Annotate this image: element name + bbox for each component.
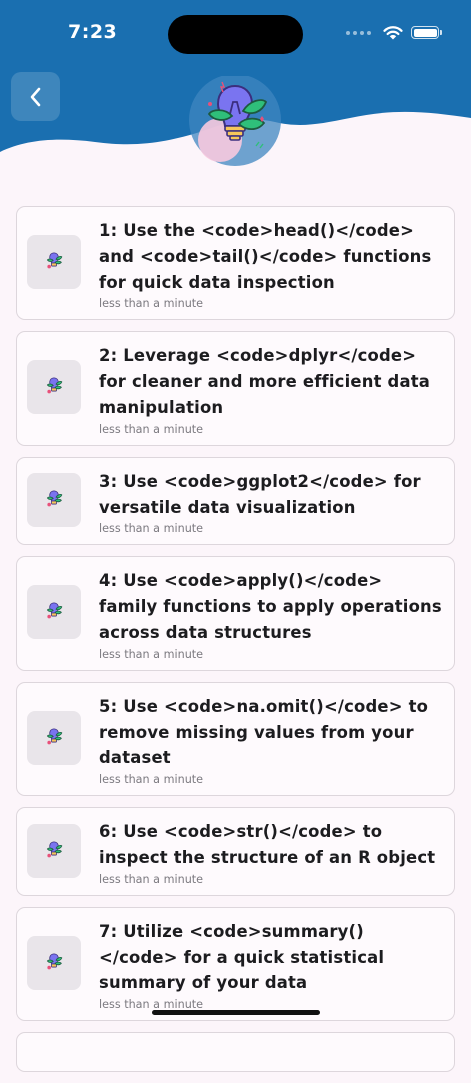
- tip-list: 1: Use the <code>head()</code> and <code…: [16, 206, 455, 1083]
- tip-thumbnail: [27, 585, 81, 640]
- dynamic-island: [168, 15, 303, 54]
- tip-title: 1: Use the <code>head()</code> and <code…: [99, 221, 432, 292]
- wifi-icon: [383, 26, 403, 40]
- lightbulb-plant-icon: [46, 602, 63, 619]
- header: 7:23: [0, 0, 471, 166]
- back-button[interactable]: [11, 72, 60, 121]
- status-time: 7:23: [68, 21, 118, 43]
- tip-card[interactable]: 2: Leverage <code>dplyr</code> for clean…: [16, 331, 455, 446]
- tip-card[interactable]: 7: Utilize <code>summary()</code> for a …: [16, 906, 455, 1022]
- lightbulb-plant-icon: [46, 841, 63, 858]
- status-icons: [346, 25, 442, 40]
- tip-title: 2: Leverage <code>dplyr</code> for clean…: [99, 346, 431, 417]
- tip-read-time: less than a minute: [99, 422, 204, 436]
- tip-card-partial[interactable]: [16, 1032, 455, 1073]
- tip-read-time: less than a minute: [99, 522, 204, 536]
- tip-thumbnail: [27, 473, 81, 528]
- tip-card[interactable]: 1: Use the <code>head()</code> and <code…: [16, 206, 455, 321]
- signal-icon: [346, 30, 371, 35]
- tip-title: 6: Use <code>str()</code> to inspect the…: [99, 822, 436, 867]
- tip-title: 4: Use <code>apply()</code> family funct…: [99, 571, 442, 642]
- lightbulb-plant-icon: [46, 490, 63, 507]
- tip-thumbnail: [27, 823, 81, 878]
- tip-read-time: less than a minute: [99, 773, 204, 787]
- tip-title: 7: Utilize <code>summary()</code> for a …: [99, 921, 385, 993]
- lightbulb-plant-icon: [46, 953, 63, 970]
- lightbulb-plant-icon: [46, 252, 63, 269]
- tip-card[interactable]: 5: Use <code>na.omit()</code> to remove …: [16, 681, 455, 797]
- tip-thumbnail: [27, 360, 81, 415]
- tip-thumbnail: [27, 935, 81, 990]
- lightbulb-plant-icon: [46, 728, 63, 745]
- tip-thumbnail: [27, 710, 81, 765]
- tip-card[interactable]: 4: Use <code>apply()</code> family funct…: [16, 556, 455, 671]
- tip-read-time: less than a minute: [99, 872, 204, 886]
- tip-title: 5: Use <code>na.omit()</code> to remove …: [99, 696, 429, 768]
- tip-card[interactable]: 6: Use <code>str()</code> to inspect the…: [16, 807, 455, 896]
- chevron-left-icon: [30, 87, 40, 106]
- tip-thumbnail: [27, 235, 81, 289]
- lightbulb-plant-icon: [189, 76, 281, 166]
- tip-read-time: less than a minute: [99, 647, 204, 661]
- tip-card[interactable]: 3: Use <code>ggplot2</code> for versatil…: [16, 456, 455, 546]
- tip-title: 3: Use <code>ggplot2</code> for versatil…: [99, 471, 421, 517]
- home-indicator[interactable]: [152, 1010, 320, 1015]
- battery-icon: [411, 26, 442, 39]
- tip-read-time: less than a minute: [99, 297, 204, 311]
- lightbulb-plant-icon: [46, 377, 63, 394]
